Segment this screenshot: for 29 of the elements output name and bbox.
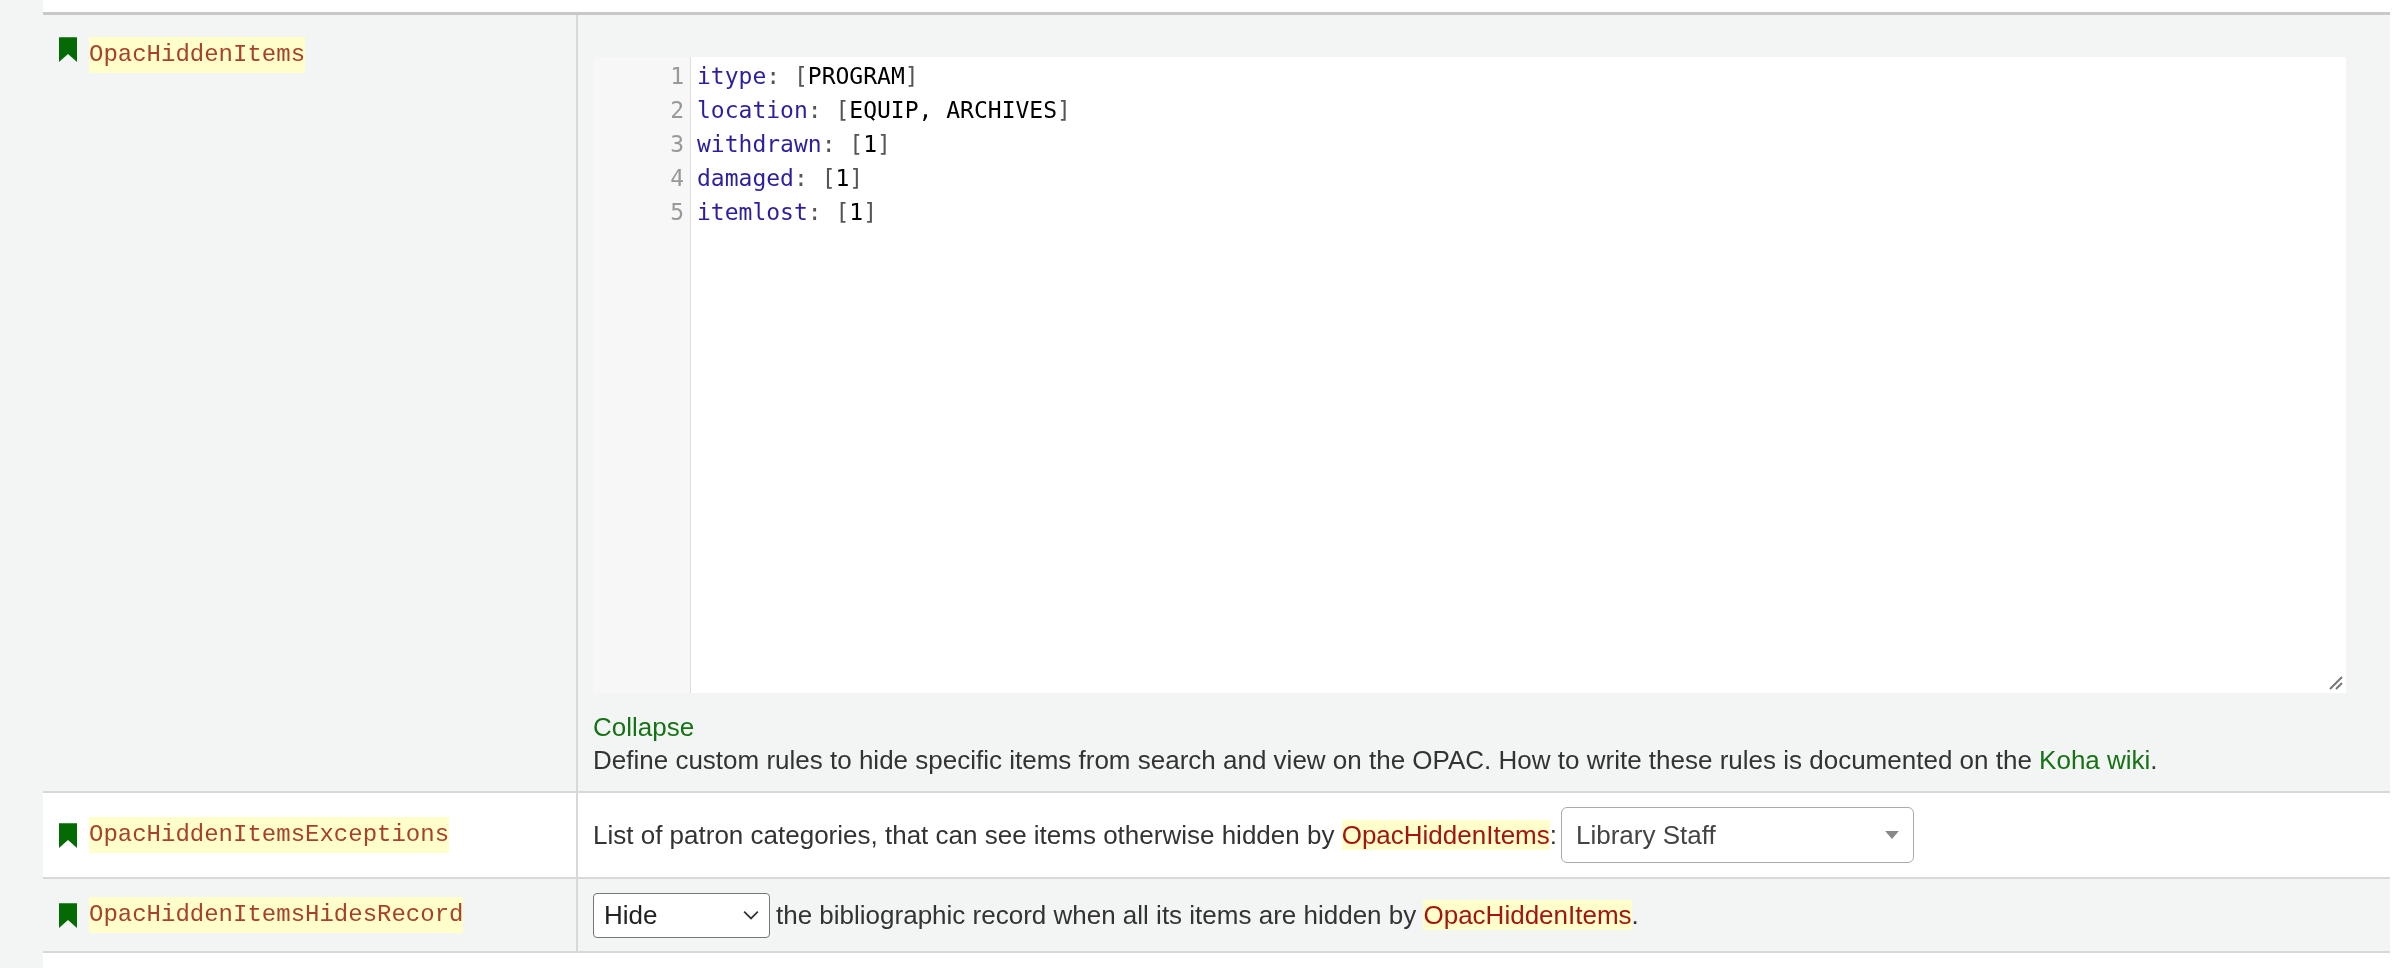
code-line: withdrawn: [1] bbox=[697, 131, 891, 157]
collapse-link[interactable]: Collapse bbox=[593, 712, 695, 742]
chevron-icon bbox=[743, 910, 759, 920]
line-number: 5 bbox=[670, 199, 684, 225]
hide-select[interactable]: Hide bbox=[593, 892, 770, 938]
caret-icon bbox=[1885, 831, 1899, 839]
line-number: 1 bbox=[670, 63, 684, 89]
code-line: location: [EQUIP, ARCHIVES] bbox=[697, 97, 1071, 123]
line-number: 3 bbox=[670, 131, 684, 157]
patron-category-select[interactable]: Library Staff bbox=[1561, 807, 1914, 863]
code-line: itemlost: [1] bbox=[697, 199, 878, 225]
code-line: damaged: [1] bbox=[697, 165, 864, 191]
line-number: 4 bbox=[670, 165, 684, 191]
wiki-link[interactable]: Koha wiki bbox=[2039, 745, 2151, 775]
preference-description: the bibliographic record when all its items are hidden by OpacHiddenItems. bbox=[776, 898, 1639, 932]
code-editor[interactable]: 1 2 3 4 5 itype: [PROGRAM] location: [EQUIP, ARCHIVES] withdrawn: [1] damaged: [1] itemlost: [1] bbox=[593, 57, 2346, 693]
preference-name[interactable]: OpacHiddenItemsHidesRecord bbox=[89, 897, 464, 933]
bookmark-icon bbox=[59, 902, 77, 928]
bookmark-icon bbox=[59, 37, 77, 62]
preference-description: List of patron categories, that can see items otherwise hidden by OpacHiddenItems: bbox=[593, 818, 1557, 852]
line-number: 2 bbox=[670, 97, 684, 123]
preference-name[interactable]: OpacHiddenItems bbox=[89, 37, 306, 73]
preference-link[interactable]: OpacHiddenItems bbox=[1423, 899, 1632, 930]
resize-handle-icon[interactable] bbox=[2329, 676, 2343, 690]
bookmark-icon bbox=[59, 822, 77, 848]
description: Define custom rules to hide specific items from search and view on the OPAC. How to write these rules is documented on the Koha wiki. bbox=[593, 744, 2159, 777]
code-line: itype: [PROGRAM] bbox=[697, 63, 919, 89]
preference-link[interactable]: OpacHiddenItems bbox=[1341, 819, 1550, 850]
preference-name[interactable]: OpacHiddenItemsExceptions bbox=[89, 817, 450, 853]
